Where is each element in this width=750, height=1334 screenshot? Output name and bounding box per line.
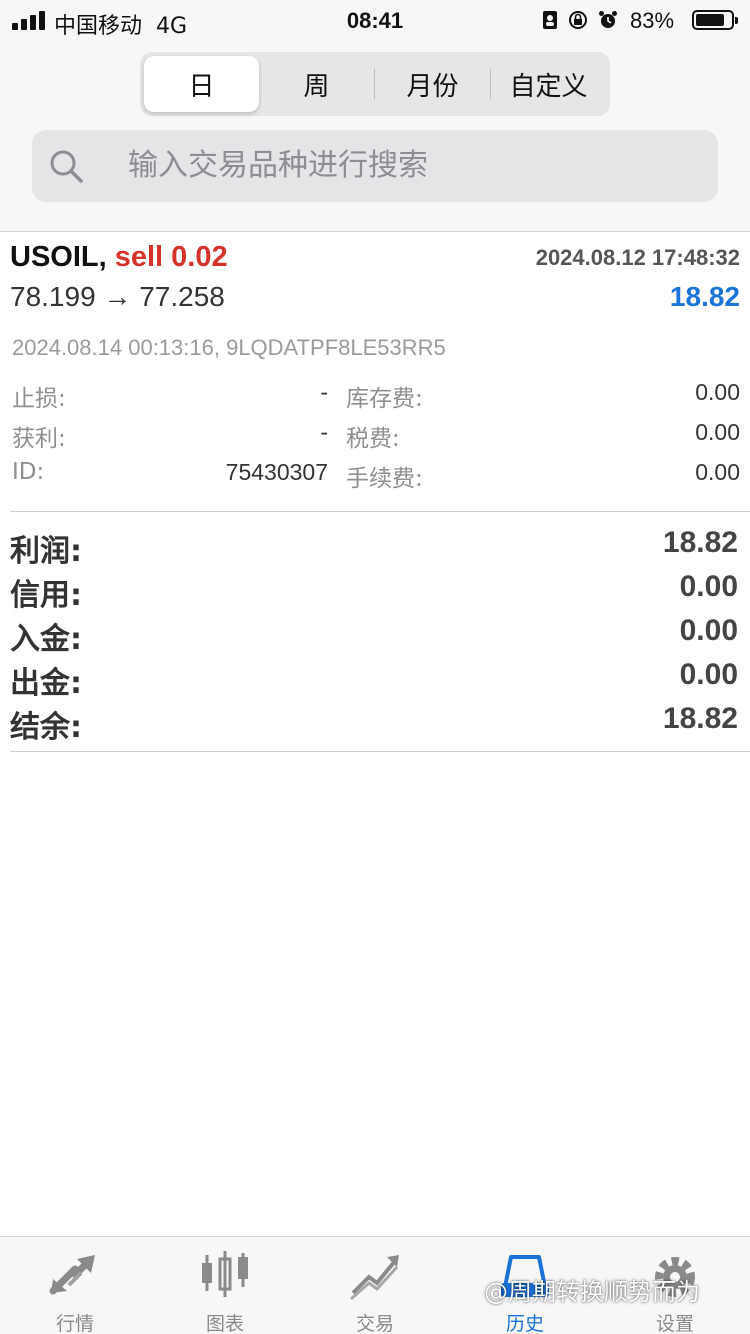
commission-value: 0.00 — [695, 459, 740, 485]
trade-open-time: 2024.08.12 17:48:32 — [535, 245, 740, 270]
swap-label: 库存费: — [346, 386, 423, 412]
alarm-clock-icon — [599, 11, 617, 28]
summary-value: 18.82 — [662, 526, 738, 559]
tab-label: 设置 — [655, 1313, 694, 1334]
swap-value: 0.00 — [695, 379, 740, 405]
summary-row-balance: 结余: 18.82 — [0, 702, 750, 745]
summary-value: 0.00 — [679, 614, 738, 647]
battery-icon — [692, 10, 738, 30]
tab-label: 交易 — [355, 1313, 394, 1334]
id-value: 75430307 — [225, 459, 328, 485]
summary-value: 0.00 — [679, 658, 738, 691]
section-divider — [10, 751, 750, 752]
search-icon — [50, 150, 83, 183]
summary-label: 信用: — [10, 578, 82, 613]
detail-row: 止损: - 库存费: 0.00 — [0, 379, 750, 412]
summary-label: 结余: — [10, 710, 82, 745]
id-label: ID: — [12, 459, 45, 485]
battery-fill — [696, 14, 724, 26]
summary-label: 出金: — [10, 666, 82, 701]
summary-row-profit: 利润: 18.82 — [0, 526, 750, 569]
summary-row-credit: 信用: 0.00 — [0, 570, 750, 613]
trade-close-info: 2024.08.14 00:13:16, 9LQDATPF8LE53RR5 — [12, 335, 446, 360]
stop-loss-label: 止损: — [12, 386, 66, 412]
tab-label: 行情 — [55, 1313, 94, 1334]
tab-label: 历史 — [505, 1313, 544, 1334]
summary-value: 18.82 — [662, 702, 738, 735]
tab-trade[interactable]: 交易 — [300, 1237, 450, 1334]
detail-row: 获利: - 税费: 0.00 — [0, 419, 750, 452]
trade-profit: 18.82 — [669, 281, 740, 312]
section-divider — [10, 511, 750, 512]
trade-title: USOIL, sell 0.02 — [10, 241, 228, 274]
summary-value: 0.00 — [679, 570, 738, 603]
battery-percent: 83% — [630, 8, 675, 33]
contact-card-icon — [543, 11, 557, 29]
taxes-label: 税费: — [346, 426, 400, 452]
trade-side: sell 0.02 — [114, 241, 228, 273]
watermark-text: @周期转换顺势而为 — [484, 1278, 700, 1306]
taxes-value: 0.00 — [695, 419, 740, 445]
tab-custom[interactable]: 自定义 — [491, 56, 606, 112]
tab-week[interactable]: 周 — [259, 56, 374, 112]
trade-prices: 78.199 → 77.258 — [10, 281, 225, 312]
candlestick-chart-icon — [202, 1251, 248, 1297]
rotation-lock-icon — [569, 11, 587, 29]
quotes-arrows-icon — [49, 1255, 95, 1295]
status-bar: 中国移动 4G 08:41 83% — [0, 0, 750, 44]
tab-quotes[interactable]: 行情 — [0, 1237, 150, 1334]
search-input[interactable]: 输入交易品种进行搜索 — [32, 130, 718, 202]
take-profit-label: 获利: — [12, 426, 66, 452]
trade-symbol: USOIL, — [10, 241, 107, 273]
tab-charts[interactable]: 图表 — [150, 1237, 300, 1334]
detail-row: ID: 75430307 手续费: 0.00 — [0, 459, 750, 492]
tab-day[interactable]: 日 — [144, 56, 259, 112]
tab-month[interactable]: 月份 — [375, 56, 490, 112]
take-profit-value: - — [320, 419, 328, 445]
search-placeholder: 输入交易品种进行搜索 — [128, 148, 428, 183]
period-segmented-control: 日 周 月份 自定义 — [140, 52, 610, 116]
header-area: 中国移动 4G 08:41 83% 日 周 月份 自定义 输入交易品种进行搜索 — [0, 0, 750, 232]
summary-row-withdrawal: 出金: 0.00 — [0, 658, 750, 701]
commission-label: 手续费: — [346, 466, 423, 492]
tab-label: 图表 — [205, 1313, 244, 1334]
summary-row-deposit: 入金: 0.00 — [0, 614, 750, 657]
stop-loss-value: - — [320, 379, 328, 405]
summary-label: 利润: — [10, 534, 82, 569]
trade-line-icon — [350, 1255, 399, 1301]
summary-label: 入金: — [10, 622, 82, 657]
